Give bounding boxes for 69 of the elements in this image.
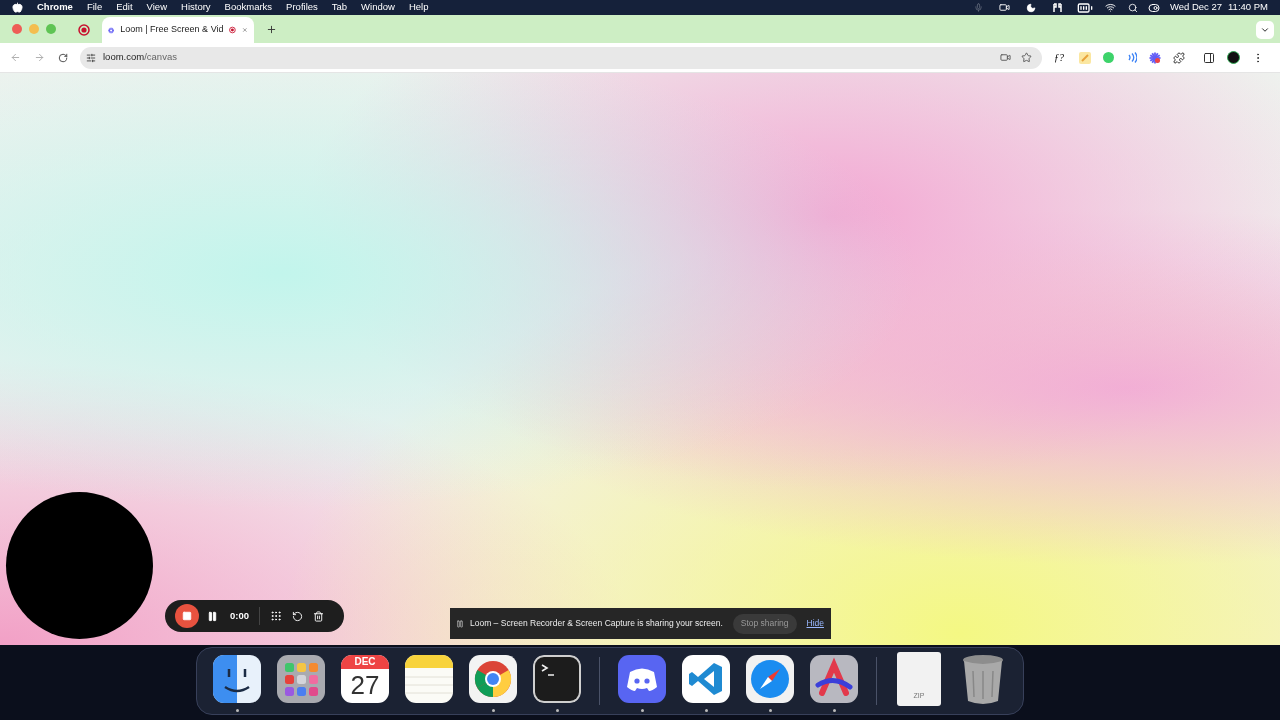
address-field[interactable]: loom.com/canvas: [80, 46, 1042, 69]
moon-icon[interactable]: [1025, 2, 1036, 13]
menu-item[interactable]: File: [86, 0, 103, 15]
compass-icon[interactable]: [746, 654, 794, 703]
menu-time[interactable]: 11:40 PM: [1228, 0, 1268, 15]
stop-recording-button[interactable]: [175, 604, 199, 628]
app-grid-icon[interactable]: [277, 654, 325, 703]
tab-title: Loom | Free Screen & Vid: [120, 23, 224, 37]
record-icon: [78, 24, 90, 36]
camera-icon[interactable]: [1000, 52, 1011, 63]
menu-app-name[interactable]: Chrome: [37, 0, 73, 15]
browser-tab[interactable]: Loom | Free Screen & Vid: [102, 17, 254, 43]
control-center-icon[interactable]: [1147, 1, 1160, 14]
stop-sharing-button[interactable]: Stop sharing: [732, 613, 797, 634]
pause-icon: [456, 619, 464, 628]
delete-icon[interactable]: [313, 610, 324, 622]
running-indicator: [832, 708, 836, 712]
browser-icon[interactable]: [469, 654, 517, 703]
url-path: /canvas: [144, 50, 177, 65]
extension-icon[interactable]: ƒ?: [1054, 50, 1067, 65]
wifi-icon[interactable]: [1104, 2, 1116, 13]
menu-item[interactable]: Window: [361, 0, 395, 15]
menu-item[interactable]: Bookmarks: [224, 0, 273, 15]
close-window-icon[interactable]: [12, 24, 22, 34]
new-tab-icon[interactable]: [266, 24, 277, 35]
bookmark-icon[interactable]: [1021, 52, 1032, 63]
menu-item[interactable]: Profiles: [286, 0, 318, 15]
pause-icon[interactable]: [207, 610, 218, 622]
sharing-message: Loom – Screen Recorder & Screen Capture is sharing your screen.: [470, 617, 723, 630]
menu-item[interactable]: Tab: [331, 0, 348, 15]
trash-icon[interactable]: [961, 652, 1005, 705]
terminal-icon[interactable]: [533, 654, 581, 703]
hide-link[interactable]: Hide: [806, 617, 824, 630]
earbuds-icon[interactable]: [1051, 2, 1063, 13]
profile-avatar[interactable]: [1227, 51, 1240, 64]
sound-waves-icon[interactable]: [1126, 52, 1137, 63]
stop-icon: [182, 611, 192, 621]
running-indicator: [491, 708, 495, 712]
menu-item[interactable]: View: [146, 0, 167, 15]
menu-date[interactable]: Wed Dec 27: [1169, 0, 1223, 15]
starburst-icon[interactable]: [1149, 51, 1161, 64]
url-host: loom.com: [103, 50, 145, 65]
menu-item[interactable]: Help: [408, 0, 429, 15]
reload-icon[interactable]: [58, 52, 68, 63]
side-panel-icon[interactable]: [1203, 51, 1215, 64]
face-icon[interactable]: [213, 654, 261, 703]
notepad-icon[interactable]: [405, 654, 453, 703]
running-indicator: [704, 708, 708, 712]
running-indicator: [555, 708, 559, 712]
menu-item[interactable]: History: [181, 0, 211, 15]
site-settings-icon[interactable]: [86, 52, 96, 63]
restart-icon[interactable]: [292, 610, 303, 622]
search-icon[interactable]: [1127, 2, 1138, 13]
calendar-month: DEC: [341, 654, 389, 669]
battery-icon[interactable]: [1076, 0, 1093, 16]
calendar-icon[interactable]: DEC 27: [341, 654, 389, 703]
code-editor-icon[interactable]: [682, 654, 730, 703]
record-icon: [229, 24, 237, 36]
running-indicator: [235, 708, 239, 712]
letter-a-icon[interactable]: [810, 654, 858, 703]
apple-icon[interactable]: [12, 2, 23, 13]
running-indicator: [640, 708, 644, 712]
extensions-icon[interactable]: [1173, 51, 1185, 64]
running-indicator: [768, 708, 772, 712]
chat-app-icon[interactable]: [618, 654, 666, 703]
recording-timer: 0:00: [230, 608, 249, 623]
calendar-day: 27: [350, 668, 380, 701]
menu-item[interactable]: Edit: [116, 0, 133, 15]
chevron-down-icon: [1260, 25, 1270, 35]
